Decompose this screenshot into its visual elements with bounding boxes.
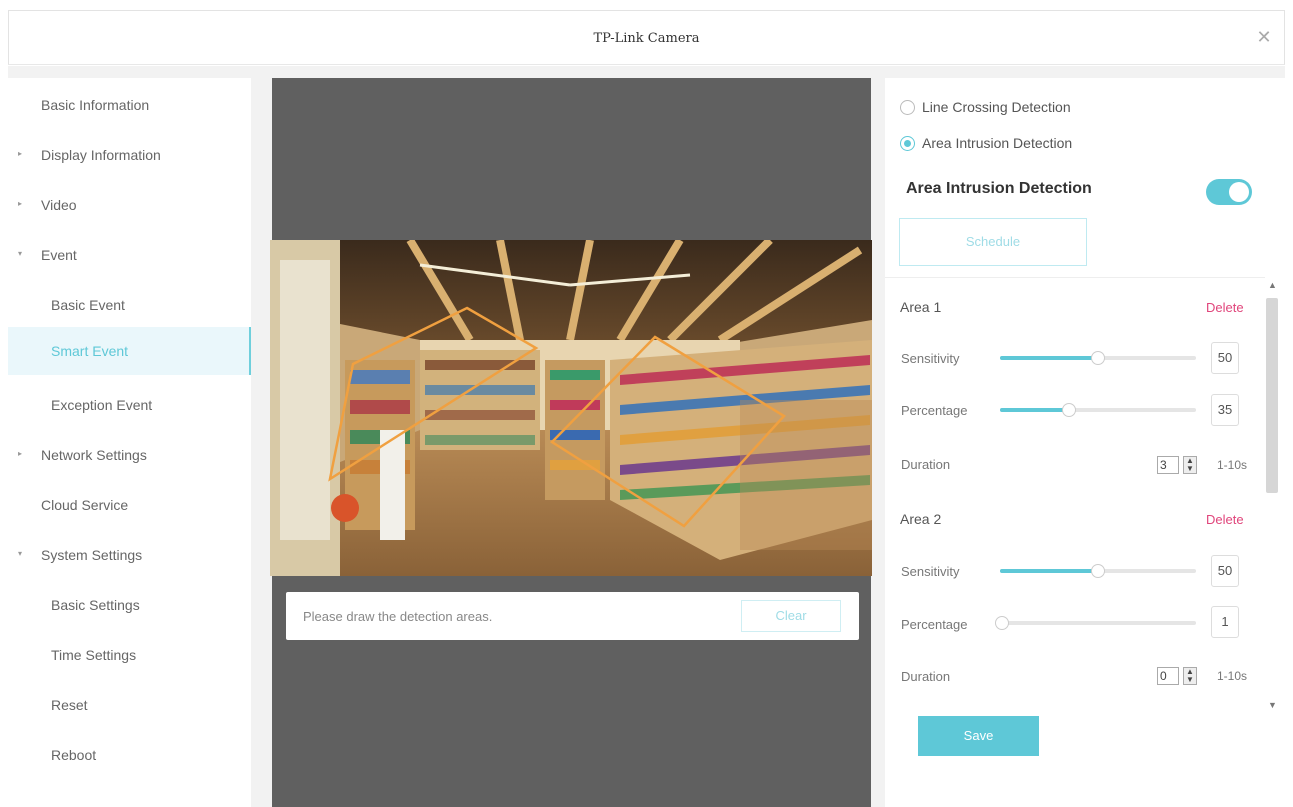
sidebar-item-label: Time Settings bbox=[51, 647, 137, 663]
slider-handle[interactable] bbox=[1061, 403, 1076, 417]
section-title: Area Intrusion Detection bbox=[906, 180, 1092, 197]
spinner-arrows-icon[interactable]: ▲ ▼ bbox=[1183, 667, 1197, 685]
chevron-right-icon: ▸ bbox=[18, 199, 23, 208]
spinner-arrows-icon[interactable]: ▲ ▼ bbox=[1183, 456, 1197, 474]
area-2-duration-stepper[interactable]: 0 ▲ ▼ bbox=[1157, 667, 1200, 685]
area-2-sensitivity-slider[interactable] bbox=[1000, 564, 1196, 578]
sidebar-item-label: System Settings bbox=[41, 547, 143, 563]
slider-fill bbox=[1000, 356, 1098, 360]
sidebar-item-label: Basic Event bbox=[51, 297, 125, 313]
option-label: Area Intrusion Detection bbox=[922, 135, 1073, 151]
chevron-down-icon: ▾ bbox=[18, 549, 23, 558]
schedule-button[interactable]: Schedule bbox=[899, 218, 1087, 266]
sidebar-item-label: Reset bbox=[51, 697, 88, 713]
title-bar: TP-Link Camera ✕ bbox=[8, 10, 1285, 65]
scrollbar-thumb[interactable] bbox=[1266, 298, 1278, 493]
area-2-percentage-value[interactable]: 1 bbox=[1211, 606, 1239, 638]
duration-range-hint: 1-10s bbox=[1217, 458, 1248, 472]
sidebar-item-label: Event bbox=[41, 247, 77, 263]
sidebar-item-basic-information[interactable]: Basic Information bbox=[8, 85, 251, 125]
duration-label: Duration bbox=[901, 669, 951, 684]
area-1-sensitivity-slider[interactable] bbox=[1000, 351, 1196, 365]
sidebar-item-reboot[interactable]: Reboot bbox=[8, 735, 251, 775]
sensitivity-label: Sensitivity bbox=[901, 351, 960, 366]
chevron-down-icon: ▾ bbox=[18, 249, 23, 258]
camera-video-feed[interactable] bbox=[270, 240, 872, 576]
chevron-right-icon: ▸ bbox=[18, 149, 23, 158]
area-2-delete-link[interactable]: Delete bbox=[1206, 512, 1244, 527]
percentage-label: Percentage bbox=[901, 617, 968, 632]
sidebar-item-label: Smart Event bbox=[51, 343, 129, 359]
sidebar-item-time-settings[interactable]: Time Settings bbox=[8, 635, 251, 675]
area-2-title: Area 2 bbox=[900, 511, 942, 527]
sidebar-item-label: Basic Information bbox=[41, 97, 150, 113]
sidebar-item-label: Exception Event bbox=[51, 397, 153, 413]
sidebar-item-label: Reboot bbox=[51, 747, 97, 763]
enable-toggle[interactable] bbox=[1206, 179, 1252, 205]
sidebar-item-label: Display Information bbox=[41, 147, 161, 163]
sidebar-item-label: Cloud Service bbox=[41, 497, 129, 513]
sidebar: Basic Information ▸ Display Information … bbox=[8, 78, 251, 807]
duration-range-hint: 1-10s bbox=[1217, 669, 1248, 683]
area-1-duration-stepper[interactable]: 3 ▲ ▼ bbox=[1157, 456, 1200, 474]
sidebar-item-smart-event[interactable]: Smart Event bbox=[8, 327, 251, 375]
slider-fill bbox=[1000, 569, 1098, 573]
slider-handle[interactable] bbox=[1091, 351, 1105, 365]
area-1-percentage-slider[interactable] bbox=[1000, 403, 1196, 417]
area-1-percentage-value[interactable]: 35 bbox=[1211, 394, 1239, 426]
chevron-right-icon: ▸ bbox=[18, 449, 23, 458]
slider-fill bbox=[1000, 408, 1069, 412]
clear-button[interactable]: Clear bbox=[741, 600, 841, 632]
sidebar-item-label: Basic Settings bbox=[51, 597, 140, 613]
draw-hint: Please draw the detection areas. bbox=[303, 609, 493, 624]
slider-handle[interactable] bbox=[994, 616, 1009, 630]
divider bbox=[885, 277, 1265, 278]
store-scene-image bbox=[270, 240, 872, 576]
duration-label: Duration bbox=[901, 457, 951, 472]
sidebar-item-video[interactable]: ▸ Video bbox=[8, 185, 251, 225]
sidebar-item-reset[interactable]: Reset bbox=[8, 685, 251, 725]
window-title: TP-Link Camera bbox=[593, 31, 700, 46]
sidebar-item-label: Video bbox=[41, 197, 77, 213]
save-button[interactable]: Save bbox=[918, 716, 1039, 756]
stepper-value[interactable]: 3 bbox=[1157, 456, 1179, 474]
sidebar-item-system-settings[interactable]: ▾ System Settings bbox=[8, 535, 251, 575]
sidebar-item-basic-settings[interactable]: Basic Settings bbox=[8, 585, 251, 625]
area-1-title: Area 1 bbox=[900, 299, 942, 315]
area-1-sensitivity-value[interactable]: 50 bbox=[1211, 342, 1239, 374]
area-2-percentage-slider[interactable] bbox=[994, 616, 1196, 630]
close-icon[interactable]: ✕ bbox=[1254, 27, 1274, 47]
settings-scrollbar[interactable]: ▲ ▼ bbox=[1265, 280, 1279, 710]
sidebar-item-network-settings[interactable]: ▸ Network Settings bbox=[8, 435, 251, 475]
sidebar-item-basic-event[interactable]: Basic Event bbox=[8, 285, 251, 325]
area-2-sensitivity-value[interactable]: 50 bbox=[1211, 555, 1239, 587]
stepper-value[interactable]: 0 bbox=[1157, 667, 1179, 685]
area-1-delete-link[interactable]: Delete bbox=[1206, 300, 1244, 315]
sensitivity-label: Sensitivity bbox=[901, 564, 960, 579]
draw-toolbar: Please draw the detection areas. Clear bbox=[286, 592, 859, 640]
sidebar-item-exception-event[interactable]: Exception Event bbox=[8, 385, 251, 425]
scroll-up-icon[interactable]: ▲ bbox=[1268, 280, 1277, 290]
sidebar-item-event[interactable]: ▾ Event bbox=[8, 235, 251, 275]
sidebar-item-cloud-service[interactable]: Cloud Service bbox=[8, 485, 251, 525]
radio-button[interactable] bbox=[900, 100, 915, 115]
sidebar-item-label: Network Settings bbox=[41, 447, 147, 463]
slider-handle[interactable] bbox=[1091, 564, 1105, 578]
toggle-knob bbox=[1229, 182, 1249, 202]
radio-button[interactable] bbox=[900, 136, 915, 151]
percentage-label: Percentage bbox=[901, 403, 968, 418]
active-indicator bbox=[249, 327, 251, 375]
scroll-down-icon[interactable]: ▼ bbox=[1268, 700, 1277, 710]
sidebar-item-display-information[interactable]: ▸ Display Information bbox=[8, 135, 251, 175]
option-label: Line Crossing Detection bbox=[922, 99, 1071, 115]
